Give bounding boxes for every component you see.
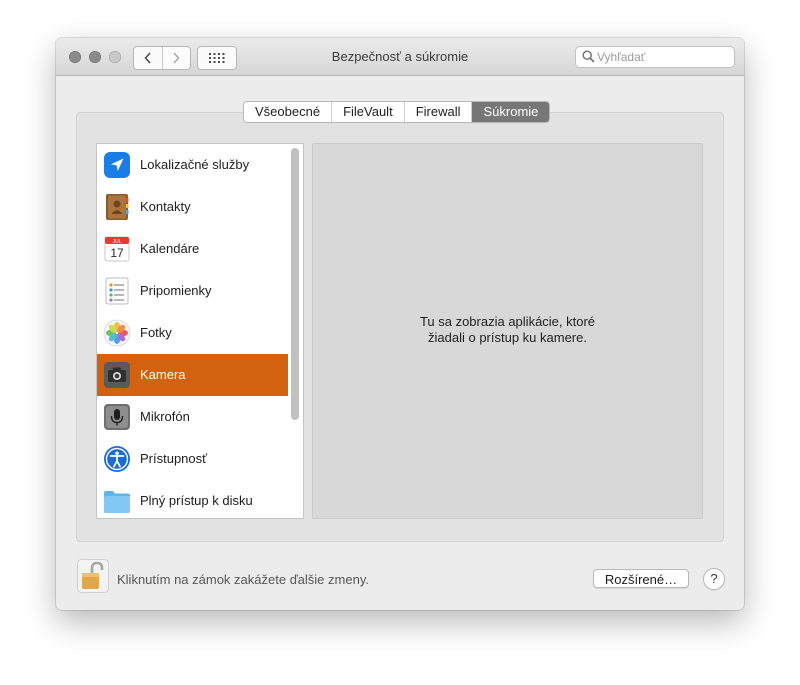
calendar-icon: JUL 17 <box>104 236 130 262</box>
photos-icon <box>103 319 131 347</box>
location-icon <box>104 152 130 178</box>
tab-firewall[interactable]: Firewall <box>403 102 472 122</box>
unlocked-padlock-icon[interactable] <box>77 559 109 593</box>
list-item-full-disk-access[interactable]: Plný prístup k disku <box>97 480 288 518</box>
list-item-label: Kalendáre <box>140 241 200 256</box>
advanced-button[interactable]: Rozšírené… <box>593 569 689 588</box>
empty-state-message: Tu sa zobrazia aplikácie, ktoré žiadali … <box>313 314 702 346</box>
list-item-contacts[interactable]: Kontakty <box>97 186 288 228</box>
list-item-reminders[interactable]: Pripomienky <box>97 270 288 312</box>
list-item-label: Pripomienky <box>140 283 212 298</box>
privacy-category-list[interactable]: Lokalizačné služby Kontakty JUL 17 Kalen… <box>96 143 304 519</box>
calendar-icon-month: JUL <box>113 239 122 245</box>
reminders-icon <box>105 277 129 305</box>
list-item-label: Fotky <box>140 325 172 340</box>
title-bar: Bezpečnosť a súkromie <box>56 38 744 76</box>
list-item-photos[interactable]: Fotky <box>97 312 288 354</box>
microphone-icon <box>104 404 130 430</box>
contacts-icon <box>106 194 129 220</box>
empty-state-line-1: Tu sa zobrazia aplikácie, ktoré <box>419 314 596 329</box>
list-item-label: Kontakty <box>140 199 191 214</box>
list-scrollbar[interactable] <box>291 148 299 420</box>
list-item-microphone[interactable]: Mikrofón <box>97 396 288 438</box>
list-item-label: Kamera <box>140 367 186 382</box>
search-field[interactable] <box>575 46 735 68</box>
preferences-window: Bezpečnosť a súkromie Všeobecné FileVaul… <box>56 38 744 610</box>
list-item-label: Mikrofón <box>140 409 190 424</box>
app-list-panel: Tu sa zobrazia aplikácie, ktoré žiadali … <box>312 143 703 519</box>
lock-hint-text: Kliknutím na zámok zakážete ďalšie zmeny… <box>117 572 369 587</box>
calendar-icon-day: 17 <box>110 246 124 260</box>
tab-general[interactable]: Všeobecné <box>244 102 331 122</box>
tab-privacy[interactable]: Súkromie <box>471 102 550 122</box>
tab-bar: Všeobecné FileVault Firewall Súkromie <box>243 101 551 123</box>
list-item-label: Plný prístup k disku <box>140 493 253 508</box>
folder-icon <box>104 491 130 513</box>
camera-icon <box>104 362 130 388</box>
list-item-label: Prístupnosť <box>140 451 208 466</box>
list-item-label: Lokalizačné služby <box>140 157 250 172</box>
list-item-accessibility[interactable]: Prístupnosť <box>97 438 288 480</box>
list-item-camera[interactable]: Kamera <box>97 354 288 396</box>
search-input[interactable] <box>597 48 727 66</box>
list-item-location-services[interactable]: Lokalizačné služby <box>97 144 288 186</box>
tab-filevault[interactable]: FileVault <box>331 102 404 122</box>
list-item-calendars[interactable]: JUL 17 Kalendáre <box>97 228 288 270</box>
search-icon <box>582 50 595 63</box>
help-button[interactable]: ? <box>703 568 725 590</box>
empty-state-line-2: žiadali o prístup ku kamere. <box>428 330 587 345</box>
accessibility-icon <box>104 446 130 472</box>
